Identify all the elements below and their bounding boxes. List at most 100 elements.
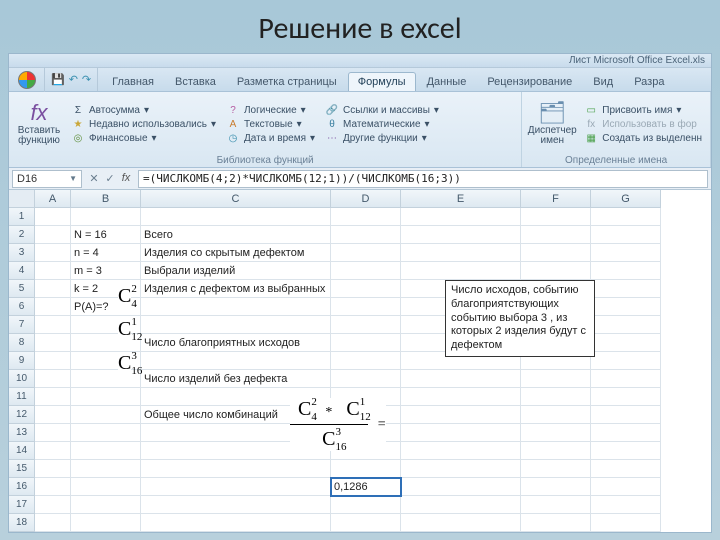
cell-B15[interactable]: [71, 460, 141, 478]
row-header[interactable]: 17: [9, 496, 35, 514]
cell-B12[interactable]: [71, 406, 141, 424]
row-header[interactable]: 8: [9, 334, 35, 352]
use-in-formula-button[interactable]: fxИспользовать в фор: [582, 118, 704, 131]
cell-E4[interactable]: [401, 262, 521, 280]
name-manager-button[interactable]: 🗂 Диспетчер имен: [528, 94, 576, 154]
cell-C17[interactable]: [141, 496, 331, 514]
cell-G3[interactable]: [591, 244, 661, 262]
row-header[interactable]: 14: [9, 442, 35, 460]
cell-C5[interactable]: Изделия с дефектом из выбранных: [141, 280, 331, 298]
create-from-selection-button[interactable]: ▦Создать из выделенн: [582, 132, 704, 145]
row-header[interactable]: 2: [9, 226, 35, 244]
cell-G9[interactable]: [591, 352, 661, 370]
cell-F2[interactable]: [521, 226, 591, 244]
cell-D18[interactable]: [331, 514, 401, 532]
row-header[interactable]: 4: [9, 262, 35, 280]
cell-A16[interactable]: [35, 478, 71, 496]
cell-F3[interactable]: [521, 244, 591, 262]
cell-D8[interactable]: [331, 334, 401, 352]
row-header[interactable]: 5: [9, 280, 35, 298]
cell-A17[interactable]: [35, 496, 71, 514]
cancel-icon[interactable]: ✕: [87, 172, 101, 185]
cell-C4[interactable]: Выбрали изделий: [141, 262, 331, 280]
cell-A9[interactable]: [35, 352, 71, 370]
cell-A6[interactable]: [35, 298, 71, 316]
tab-2[interactable]: Разметка страницы: [227, 72, 347, 91]
row-header[interactable]: 16: [9, 478, 35, 496]
more-fn-button[interactable]: ⋯Другие функции ▾: [323, 132, 441, 145]
row-header[interactable]: 13: [9, 424, 35, 442]
cell-E13[interactable]: [401, 424, 521, 442]
qat-redo-icon[interactable]: ↷: [82, 73, 91, 86]
cell-G15[interactable]: [591, 460, 661, 478]
cell-G4[interactable]: [591, 262, 661, 280]
cell-D6[interactable]: [331, 298, 401, 316]
cell-E15[interactable]: [401, 460, 521, 478]
cell-E3[interactable]: [401, 244, 521, 262]
cell-A15[interactable]: [35, 460, 71, 478]
fx-icon[interactable]: fx: [119, 172, 133, 185]
cell-E14[interactable]: [401, 442, 521, 460]
cell-G11[interactable]: [591, 388, 661, 406]
cell-A12[interactable]: [35, 406, 71, 424]
col-header[interactable]: A: [35, 190, 71, 208]
cell-D9[interactable]: [331, 352, 401, 370]
cell-C8[interactable]: Число благоприятных исходов: [141, 334, 331, 352]
col-header[interactable]: F: [521, 190, 591, 208]
formula-input[interactable]: =(ЧИСЛКОМБ(4;2)*ЧИСЛКОМБ(12;1))/(ЧИСЛКОМ…: [138, 170, 708, 188]
cell-F13[interactable]: [521, 424, 591, 442]
col-header[interactable]: C: [141, 190, 331, 208]
cell-B3[interactable]: n = 4: [71, 244, 141, 262]
cell-E18[interactable]: [401, 514, 521, 532]
cell-D17[interactable]: [331, 496, 401, 514]
logical-button[interactable]: ?Логические ▾: [224, 104, 317, 117]
cell-G18[interactable]: [591, 514, 661, 532]
cell-A14[interactable]: [35, 442, 71, 460]
cell-B13[interactable]: [71, 424, 141, 442]
cell-D16[interactable]: 0,1286: [331, 478, 401, 496]
cell-F1[interactable]: [521, 208, 591, 226]
cell-D4[interactable]: [331, 262, 401, 280]
row-header[interactable]: 7: [9, 316, 35, 334]
cell-A13[interactable]: [35, 424, 71, 442]
row-header[interactable]: 3: [9, 244, 35, 262]
row-header[interactable]: 1: [9, 208, 35, 226]
cell-C6[interactable]: [141, 298, 331, 316]
cell-D2[interactable]: [331, 226, 401, 244]
cell-B14[interactable]: [71, 442, 141, 460]
cell-F10[interactable]: [521, 370, 591, 388]
cell-G16[interactable]: [591, 478, 661, 496]
cell-D1[interactable]: [331, 208, 401, 226]
cell-E10[interactable]: [401, 370, 521, 388]
select-all-corner[interactable]: [9, 190, 35, 208]
cell-E17[interactable]: [401, 496, 521, 514]
autosum-button[interactable]: ΣАвтосумма ▾: [69, 104, 218, 117]
cell-C1[interactable]: [141, 208, 331, 226]
cell-C15[interactable]: [141, 460, 331, 478]
enter-icon[interactable]: ✓: [103, 172, 117, 185]
cell-B11[interactable]: [71, 388, 141, 406]
row-header[interactable]: 15: [9, 460, 35, 478]
cell-F14[interactable]: [521, 442, 591, 460]
worksheet[interactable]: A B C D E F G 12N = 16Всего3n = 4Изделия…: [9, 190, 711, 532]
tab-6[interactable]: Вид: [583, 72, 623, 91]
col-header[interactable]: B: [71, 190, 141, 208]
tab-0[interactable]: Главная: [102, 72, 164, 91]
tab-5[interactable]: Рецензирование: [477, 72, 582, 91]
row-header[interactable]: 9: [9, 352, 35, 370]
cell-G6[interactable]: [591, 298, 661, 316]
cell-C10[interactable]: Число изделий без дефекта: [141, 370, 331, 388]
cell-F11[interactable]: [521, 388, 591, 406]
tab-3[interactable]: Формулы: [348, 72, 416, 91]
name-box[interactable]: D16 ▼: [12, 170, 82, 188]
cell-B16[interactable]: [71, 478, 141, 496]
row-header[interactable]: 11: [9, 388, 35, 406]
cell-A1[interactable]: [35, 208, 71, 226]
recent-button[interactable]: ★Недавно использовались ▾: [69, 118, 218, 131]
cell-F4[interactable]: [521, 262, 591, 280]
office-button[interactable]: [9, 68, 45, 92]
col-header[interactable]: G: [591, 190, 661, 208]
cell-A5[interactable]: [35, 280, 71, 298]
cell-A4[interactable]: [35, 262, 71, 280]
text-button[interactable]: AТекстовые ▾: [224, 118, 317, 131]
